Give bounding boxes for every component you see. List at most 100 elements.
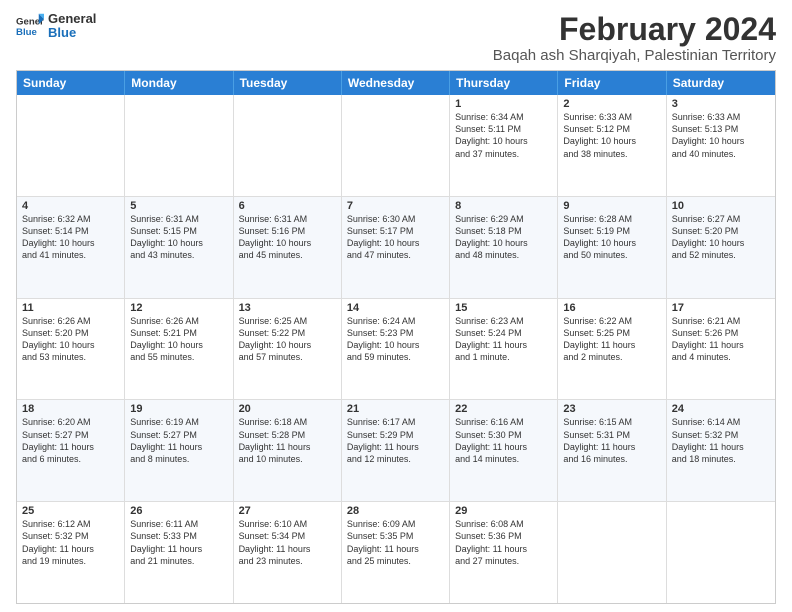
svg-text:Blue: Blue: [16, 27, 37, 38]
day-info: Sunrise: 6:11 AM Sunset: 5:33 PM Dayligh…: [130, 518, 227, 567]
calendar-cell: 26Sunrise: 6:11 AM Sunset: 5:33 PM Dayli…: [125, 502, 233, 603]
day-info: Sunrise: 6:21 AM Sunset: 5:26 PM Dayligh…: [672, 315, 770, 364]
day-number: 13: [239, 302, 336, 314]
day-number: 14: [347, 302, 444, 314]
calendar-cell: 6Sunrise: 6:31 AM Sunset: 5:16 PM Daylig…: [234, 197, 342, 298]
calendar-cell: 29Sunrise: 6:08 AM Sunset: 5:36 PM Dayli…: [450, 502, 558, 603]
day-number: 24: [672, 403, 770, 415]
day-info: Sunrise: 6:26 AM Sunset: 5:20 PM Dayligh…: [22, 315, 119, 364]
day-info: Sunrise: 6:29 AM Sunset: 5:18 PM Dayligh…: [455, 213, 552, 262]
day-number: 5: [130, 200, 227, 212]
calendar: Sunday Monday Tuesday Wednesday Thursday…: [16, 70, 776, 604]
day-number: 22: [455, 403, 552, 415]
day-number: 3: [672, 98, 770, 110]
day-info: Sunrise: 6:27 AM Sunset: 5:20 PM Dayligh…: [672, 213, 770, 262]
logo-blue: Blue: [48, 26, 96, 40]
calendar-cell: 1Sunrise: 6:34 AM Sunset: 5:11 PM Daylig…: [450, 95, 558, 196]
calendar-cell: 25Sunrise: 6:12 AM Sunset: 5:32 PM Dayli…: [17, 502, 125, 603]
logo-general: General: [48, 12, 96, 26]
header-sunday: Sunday: [17, 71, 125, 95]
day-info: Sunrise: 6:20 AM Sunset: 5:27 PM Dayligh…: [22, 416, 119, 465]
day-number: 20: [239, 403, 336, 415]
calendar-cell: [342, 95, 450, 196]
header-friday: Friday: [558, 71, 666, 95]
calendar-cell: 23Sunrise: 6:15 AM Sunset: 5:31 PM Dayli…: [558, 400, 666, 501]
calendar-cell: 28Sunrise: 6:09 AM Sunset: 5:35 PM Dayli…: [342, 502, 450, 603]
day-number: 1: [455, 98, 552, 110]
calendar-cell: 5Sunrise: 6:31 AM Sunset: 5:15 PM Daylig…: [125, 197, 233, 298]
day-number: 7: [347, 200, 444, 212]
calendar-cell: [234, 95, 342, 196]
day-number: 28: [347, 505, 444, 517]
day-number: 11: [22, 302, 119, 314]
day-number: 2: [563, 98, 660, 110]
day-number: 18: [22, 403, 119, 415]
day-number: 19: [130, 403, 227, 415]
day-info: Sunrise: 6:24 AM Sunset: 5:23 PM Dayligh…: [347, 315, 444, 364]
calendar-cell: 7Sunrise: 6:30 AM Sunset: 5:17 PM Daylig…: [342, 197, 450, 298]
calendar-cell: 9Sunrise: 6:28 AM Sunset: 5:19 PM Daylig…: [558, 197, 666, 298]
calendar-cell: 15Sunrise: 6:23 AM Sunset: 5:24 PM Dayli…: [450, 299, 558, 400]
day-info: Sunrise: 6:34 AM Sunset: 5:11 PM Dayligh…: [455, 111, 552, 160]
calendar-cell: 2Sunrise: 6:33 AM Sunset: 5:12 PM Daylig…: [558, 95, 666, 196]
day-info: Sunrise: 6:15 AM Sunset: 5:31 PM Dayligh…: [563, 416, 660, 465]
title-block: February 2024 Baqah ash Sharqiyah, Pales…: [493, 12, 776, 64]
day-number: 4: [22, 200, 119, 212]
header: General Blue General Blue February 2024 …: [16, 12, 776, 64]
calendar-cell: 11Sunrise: 6:26 AM Sunset: 5:20 PM Dayli…: [17, 299, 125, 400]
day-info: Sunrise: 6:17 AM Sunset: 5:29 PM Dayligh…: [347, 416, 444, 465]
calendar-cell: 10Sunrise: 6:27 AM Sunset: 5:20 PM Dayli…: [667, 197, 775, 298]
calendar-cell: 16Sunrise: 6:22 AM Sunset: 5:25 PM Dayli…: [558, 299, 666, 400]
calendar-cell: 18Sunrise: 6:20 AM Sunset: 5:27 PM Dayli…: [17, 400, 125, 501]
day-info: Sunrise: 6:32 AM Sunset: 5:14 PM Dayligh…: [22, 213, 119, 262]
day-number: 23: [563, 403, 660, 415]
calendar-body: 1Sunrise: 6:34 AM Sunset: 5:11 PM Daylig…: [17, 95, 775, 603]
calendar-cell: 20Sunrise: 6:18 AM Sunset: 5:28 PM Dayli…: [234, 400, 342, 501]
header-monday: Monday: [125, 71, 233, 95]
calendar-cell: 27Sunrise: 6:10 AM Sunset: 5:34 PM Dayli…: [234, 502, 342, 603]
day-info: Sunrise: 6:14 AM Sunset: 5:32 PM Dayligh…: [672, 416, 770, 465]
calendar-row-4: 25Sunrise: 6:12 AM Sunset: 5:32 PM Dayli…: [17, 502, 775, 603]
day-info: Sunrise: 6:19 AM Sunset: 5:27 PM Dayligh…: [130, 416, 227, 465]
day-info: Sunrise: 6:25 AM Sunset: 5:22 PM Dayligh…: [239, 315, 336, 364]
calendar-cell: [125, 95, 233, 196]
calendar-cell: [667, 502, 775, 603]
day-number: 15: [455, 302, 552, 314]
page: General Blue General Blue February 2024 …: [0, 0, 792, 612]
calendar-cell: 14Sunrise: 6:24 AM Sunset: 5:23 PM Dayli…: [342, 299, 450, 400]
calendar-row-2: 11Sunrise: 6:26 AM Sunset: 5:20 PM Dayli…: [17, 299, 775, 401]
day-info: Sunrise: 6:30 AM Sunset: 5:17 PM Dayligh…: [347, 213, 444, 262]
subtitle: Baqah ash Sharqiyah, Palestinian Territo…: [493, 47, 776, 64]
day-number: 6: [239, 200, 336, 212]
day-info: Sunrise: 6:31 AM Sunset: 5:15 PM Dayligh…: [130, 213, 227, 262]
calendar-row-0: 1Sunrise: 6:34 AM Sunset: 5:11 PM Daylig…: [17, 95, 775, 197]
calendar-cell: 17Sunrise: 6:21 AM Sunset: 5:26 PM Dayli…: [667, 299, 775, 400]
calendar-row-3: 18Sunrise: 6:20 AM Sunset: 5:27 PM Dayli…: [17, 400, 775, 502]
day-number: 10: [672, 200, 770, 212]
calendar-cell: 22Sunrise: 6:16 AM Sunset: 5:30 PM Dayli…: [450, 400, 558, 501]
calendar-cell: 21Sunrise: 6:17 AM Sunset: 5:29 PM Dayli…: [342, 400, 450, 501]
day-info: Sunrise: 6:33 AM Sunset: 5:12 PM Dayligh…: [563, 111, 660, 160]
day-number: 17: [672, 302, 770, 314]
day-number: 25: [22, 505, 119, 517]
day-info: Sunrise: 6:22 AM Sunset: 5:25 PM Dayligh…: [563, 315, 660, 364]
calendar-row-1: 4Sunrise: 6:32 AM Sunset: 5:14 PM Daylig…: [17, 197, 775, 299]
header-wednesday: Wednesday: [342, 71, 450, 95]
header-saturday: Saturday: [667, 71, 775, 95]
logo: General Blue General Blue: [16, 12, 96, 41]
day-number: 12: [130, 302, 227, 314]
calendar-cell: [558, 502, 666, 603]
calendar-cell: 8Sunrise: 6:29 AM Sunset: 5:18 PM Daylig…: [450, 197, 558, 298]
day-info: Sunrise: 6:26 AM Sunset: 5:21 PM Dayligh…: [130, 315, 227, 364]
calendar-cell: 19Sunrise: 6:19 AM Sunset: 5:27 PM Dayli…: [125, 400, 233, 501]
day-number: 21: [347, 403, 444, 415]
calendar-cell: 13Sunrise: 6:25 AM Sunset: 5:22 PM Dayli…: [234, 299, 342, 400]
calendar-cell: 3Sunrise: 6:33 AM Sunset: 5:13 PM Daylig…: [667, 95, 775, 196]
main-title: February 2024: [493, 12, 776, 47]
day-number: 29: [455, 505, 552, 517]
day-info: Sunrise: 6:23 AM Sunset: 5:24 PM Dayligh…: [455, 315, 552, 364]
calendar-cell: 24Sunrise: 6:14 AM Sunset: 5:32 PM Dayli…: [667, 400, 775, 501]
header-thursday: Thursday: [450, 71, 558, 95]
day-number: 9: [563, 200, 660, 212]
day-info: Sunrise: 6:08 AM Sunset: 5:36 PM Dayligh…: [455, 518, 552, 567]
